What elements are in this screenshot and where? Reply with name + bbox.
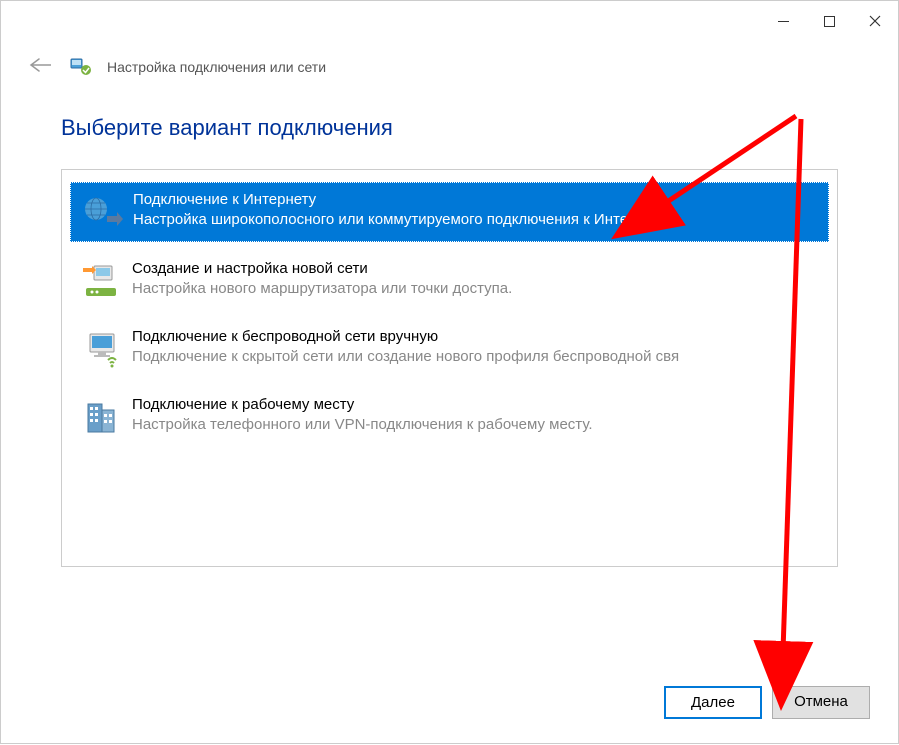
building-icon [80, 396, 122, 438]
page-heading: Выберите вариант подключения [61, 115, 838, 141]
option-desc: Подключение к скрытой сети или создание … [132, 347, 679, 367]
window-title: Настройка подключения или сети [107, 59, 326, 75]
option-desc: Настройка телефонного или VPN-подключени… [132, 415, 593, 435]
cancel-button[interactable]: Отмена [772, 686, 870, 719]
footer-buttons: Далее Отмена [664, 686, 870, 719]
close-button[interactable] [852, 5, 898, 37]
option-title: Подключение к Интернету [133, 191, 670, 208]
option-workplace[interactable]: Подключение к рабочему месту Настройка т… [70, 388, 829, 446]
option-internet-connection[interactable]: Подключение к Интернету Настройка широко… [70, 182, 829, 242]
back-arrow-icon[interactable] [25, 56, 55, 79]
header: Настройка подключения или сети [1, 41, 898, 97]
option-title: Подключение к беспроводной сети вручную [132, 328, 679, 345]
content-area: Выберите вариант подключения Подключение… [1, 97, 898, 567]
minimize-button[interactable] [760, 5, 806, 37]
next-button[interactable]: Далее [664, 686, 762, 719]
option-desc: Настройка широкополосного или коммутируе… [133, 210, 670, 230]
network-setup-icon [69, 55, 93, 79]
maximize-button[interactable] [806, 5, 852, 37]
option-desc: Настройка нового маршрутизатора или точк… [132, 279, 512, 299]
option-wireless-manual[interactable]: Подключение к беспроводной сети вручную … [70, 320, 829, 378]
monitor-wireless-icon [80, 328, 122, 370]
options-list: Подключение к Интернету Настройка широко… [61, 169, 838, 567]
router-setup-icon [80, 260, 122, 302]
option-title: Создание и настройка новой сети [132, 260, 512, 277]
option-new-network[interactable]: Создание и настройка новой сети Настройк… [70, 252, 829, 310]
globe-arrow-icon [81, 191, 123, 233]
titlebar [1, 1, 898, 41]
option-title: Подключение к рабочему месту [132, 396, 593, 413]
